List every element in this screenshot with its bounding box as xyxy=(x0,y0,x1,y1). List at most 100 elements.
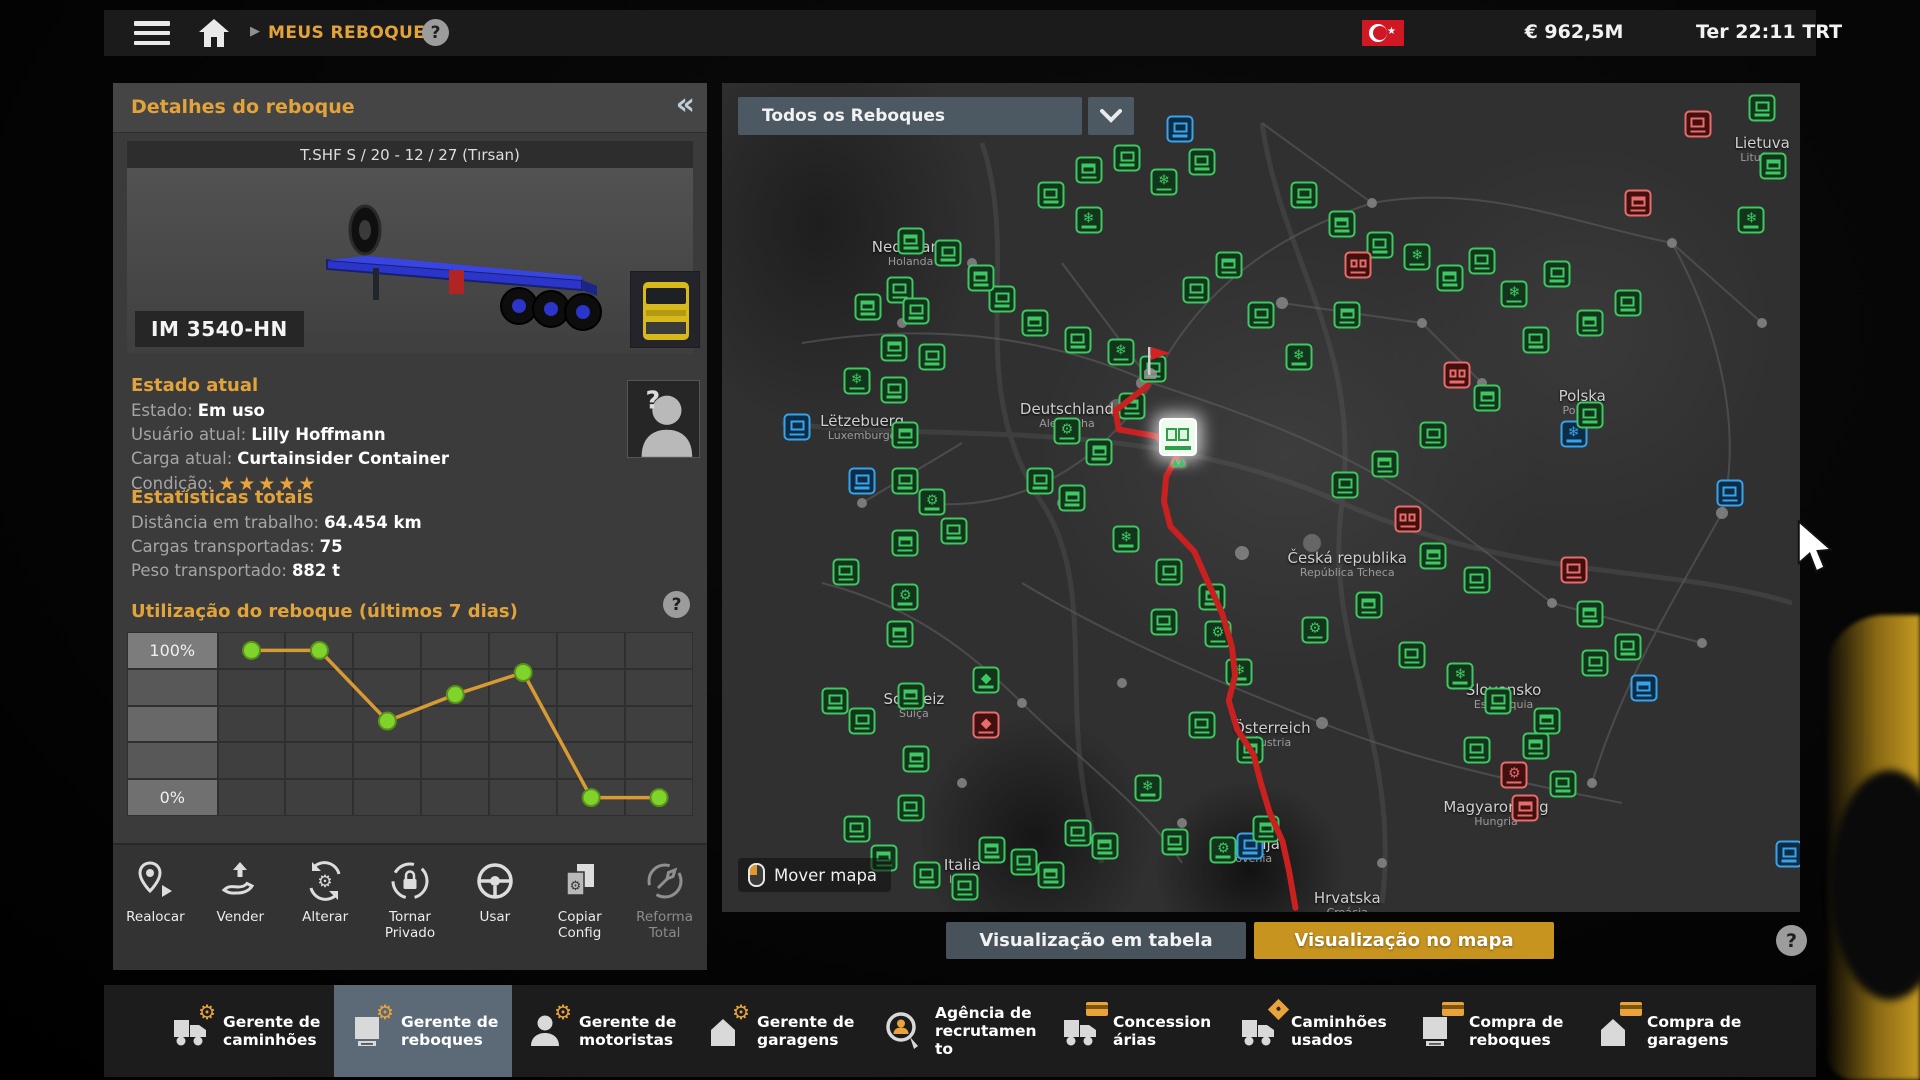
trailer-marker-box[interactable] xyxy=(1576,401,1603,428)
trailer-marker-reefer[interactable]: ❄ xyxy=(1226,658,1253,685)
footer-help-icon[interactable]: ? xyxy=(1776,925,1807,956)
trailer-marker-curtain[interactable] xyxy=(1760,152,1787,179)
table-view-button[interactable]: Visualização em tabela xyxy=(946,922,1246,959)
trailer-marker-curtain[interactable] xyxy=(1533,708,1560,735)
action-copiar-config[interactable]: ⚙ Copiar Config xyxy=(537,859,622,941)
trailer-marker-curtain[interactable] xyxy=(1075,157,1102,184)
trailer-marker-box[interactable] xyxy=(1522,326,1549,353)
trailer-marker-reefer[interactable]: ❄ xyxy=(1113,525,1140,552)
trailer-marker-curtain[interactable] xyxy=(897,683,924,710)
trailer-marker-curtain[interactable] xyxy=(1371,451,1398,478)
trailer-marker-curtain[interactable] xyxy=(1512,795,1539,822)
nav-item-concessionrias[interactable]: Concessionárias xyxy=(1046,985,1224,1077)
trailer-marker-double[interactable] xyxy=(1394,506,1421,533)
collapse-panel-icon[interactable]: « xyxy=(676,87,695,122)
trailer-marker-curtain[interactable] xyxy=(1021,310,1048,337)
trailer-marker-box[interactable] xyxy=(1544,260,1571,287)
trailer-marker-box[interactable] xyxy=(1549,770,1576,797)
trailer-marker-gear[interactable]: ⚙ xyxy=(1204,621,1231,648)
trailer-marker-reefer[interactable]: ❄ xyxy=(1075,206,1102,233)
trailer-marker-box[interactable] xyxy=(1468,248,1495,275)
trailer-marker-box[interactable] xyxy=(1420,422,1447,449)
trailer-marker-box[interactable] xyxy=(1161,828,1188,855)
trailer-marker-reefer[interactable]: ❄ xyxy=(1107,339,1134,366)
trailer-marker-box[interactable] xyxy=(1010,849,1037,876)
trailer-marker-gear[interactable]: ⚙ xyxy=(1501,762,1528,789)
trailer-marker-box[interactable] xyxy=(1114,144,1141,171)
trailer-marker-reefer[interactable]: ❄ xyxy=(1150,169,1177,196)
trailer-marker-box[interactable] xyxy=(1183,277,1210,304)
trailer-marker-box[interactable] xyxy=(1560,557,1587,584)
trailer-marker-drop[interactable]: ◆ xyxy=(973,712,1000,739)
trailer-marker-box[interactable] xyxy=(1027,467,1054,494)
breadcrumb-help-icon[interactable]: ? xyxy=(422,19,449,46)
trailer-marker-box[interactable] xyxy=(1776,840,1800,867)
trailer-marker-curtain[interactable] xyxy=(967,264,994,291)
trailer-marker-box[interactable] xyxy=(1064,820,1091,847)
trailer-marker-curtain[interactable] xyxy=(1420,542,1447,569)
trailer-marker-curtain[interactable] xyxy=(892,422,919,449)
utilization-help-icon[interactable]: ? xyxy=(663,591,690,618)
trailer-marker-gear[interactable]: ⚙ xyxy=(919,488,946,515)
trailer-marker-box[interactable] xyxy=(822,687,849,714)
trailer-marker-curtain[interactable] xyxy=(881,335,908,362)
trailer-marker-curtain[interactable] xyxy=(1474,385,1501,412)
trailer-marker-curtain[interactable] xyxy=(1037,861,1064,888)
trailer-marker-box[interactable] xyxy=(1156,559,1183,586)
trailer-marker-box[interactable] xyxy=(1716,480,1743,507)
home-icon[interactable] xyxy=(198,18,230,48)
trailer-marker-curtain[interactable] xyxy=(1237,737,1264,764)
trailer-marker-reefer[interactable]: ❄ xyxy=(1134,774,1161,801)
assigned-truck-thumbnail[interactable] xyxy=(630,271,700,348)
trailer-marker-box[interactable] xyxy=(1398,642,1425,669)
trailer-filter-dropdown[interactable]: Todos os Reboques xyxy=(738,97,1082,135)
trailer-marker-gear[interactable]: ⚙ xyxy=(1210,836,1237,863)
trailer-marker-box[interactable] xyxy=(1188,148,1215,175)
trailer-marker-curtain[interactable] xyxy=(1576,310,1603,337)
trailer-marker-curtain[interactable] xyxy=(1118,393,1145,420)
trailer-marker-double[interactable] xyxy=(1444,361,1471,388)
trailer-marker-box[interactable] xyxy=(1291,181,1318,208)
trailer-marker-curtain[interactable] xyxy=(1059,484,1086,511)
trailer-marker-box[interactable] xyxy=(1188,712,1215,739)
action-tornar-privado[interactable]: Tornar Privado xyxy=(368,859,453,941)
trailer-marker-box[interactable] xyxy=(843,816,870,843)
trailer-marker-box[interactable] xyxy=(951,874,978,901)
selected-trailer-marker[interactable] xyxy=(1159,418,1197,456)
trailer-marker-box[interactable] xyxy=(892,467,919,494)
trailer-marker-curtain[interactable] xyxy=(892,530,919,557)
trailer-marker-box[interactable] xyxy=(849,708,876,735)
trailer-marker-reefer[interactable]: ❄ xyxy=(1738,206,1765,233)
nav-item-compra-de-garagens[interactable]: Compra de garagens xyxy=(1580,985,1758,1077)
trailer-marker-box[interactable] xyxy=(1749,94,1776,121)
trailer-marker-box[interactable] xyxy=(849,467,876,494)
action-usar[interactable]: Usar xyxy=(452,859,537,925)
trailer-marker-reefer[interactable]: ❄ xyxy=(1285,343,1312,370)
nav-item-gerente-de-reboques[interactable]: ⚙ Gerente de reboques xyxy=(334,985,512,1077)
trailer-marker-curtain[interactable] xyxy=(897,227,924,254)
trailer-marker-box[interactable] xyxy=(1614,633,1641,660)
trailer-marker-reefer[interactable]: ❄ xyxy=(1501,281,1528,308)
trailer-marker-curtain[interactable] xyxy=(1199,583,1226,610)
trailer-marker-curtain[interactable] xyxy=(1522,733,1549,760)
nav-item-compra-de-reboques[interactable]: Compra de reboques xyxy=(1402,985,1580,1077)
trailer-marker-box[interactable] xyxy=(1582,650,1609,677)
chevron-down-icon[interactable] xyxy=(1088,97,1134,135)
trailer-marker-box[interactable] xyxy=(919,343,946,370)
trailer-marker-box[interactable] xyxy=(903,297,930,324)
trailer-marker-gear[interactable]: ⚙ xyxy=(1053,418,1080,445)
action-vender[interactable]: Vender xyxy=(198,859,283,925)
trailer-marker-curtain[interactable] xyxy=(1215,252,1242,279)
trailer-marker-gear[interactable]: ⚙ xyxy=(892,583,919,610)
trailer-marker-curtain[interactable] xyxy=(1328,210,1355,237)
action-realocar[interactable]: Realocar xyxy=(113,859,198,925)
trailer-marker-drop[interactable]: ◆ xyxy=(973,666,1000,693)
trailer-marker-box[interactable] xyxy=(784,414,811,441)
trailer-marker-box[interactable] xyxy=(832,559,859,586)
trailer-marker-curtain[interactable] xyxy=(1630,675,1657,702)
trailer-marker-box[interactable] xyxy=(1064,326,1091,353)
trailer-marker-curtain[interactable] xyxy=(1436,264,1463,291)
action-alterar[interactable]: ⚙ Alterar xyxy=(283,859,368,925)
trailer-marker-box[interactable] xyxy=(897,795,924,822)
nav-item-caminhes-usados[interactable]: Caminhões usados xyxy=(1224,985,1402,1077)
